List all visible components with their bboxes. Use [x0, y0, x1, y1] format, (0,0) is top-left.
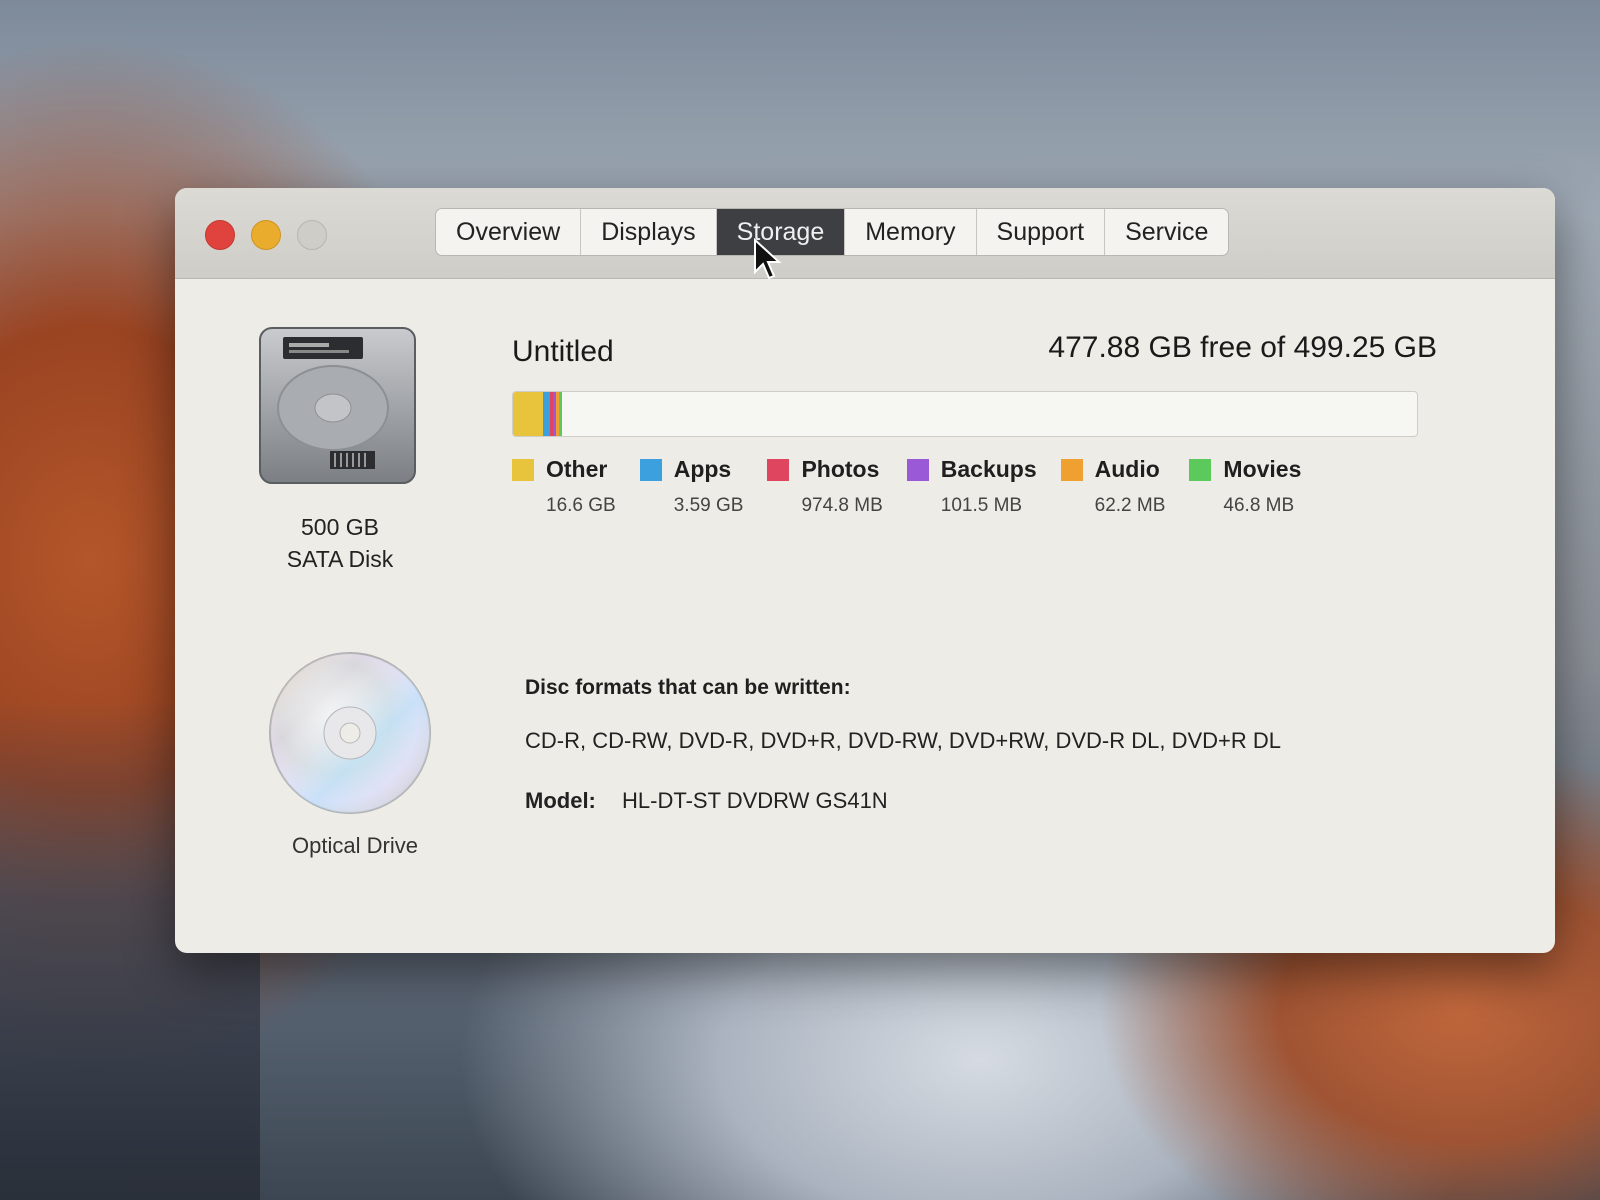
legend-item-photos: Photos 974.8 MB — [767, 456, 883, 517]
optical-disc-icon — [269, 652, 431, 814]
legend-item-apps: Apps 3.59 GB — [639, 456, 744, 517]
minimize-button-icon[interactable] — [251, 220, 281, 250]
tab-displays[interactable]: Displays — [581, 209, 717, 255]
mouse-pointer-icon — [754, 238, 782, 280]
model-row: Model: HL-DT-ST DVDRW GS41N — [525, 788, 888, 814]
tab-support[interactable]: Support — [977, 209, 1106, 255]
legend-item-audio: Audio 62.2 MB — [1060, 456, 1166, 517]
legend-label: Apps — [673, 456, 732, 482]
disk-caption: 500 GB SATA Disk — [235, 511, 445, 575]
legend-swatch — [767, 458, 790, 481]
close-button-icon[interactable] — [205, 220, 235, 250]
legend-label: Audio — [1094, 456, 1160, 482]
volume-name: Untitled — [512, 335, 614, 368]
disc-formats-list: CD-R, CD-RW, DVD-R, DVD+R, DVD-RW, DVD+R… — [525, 728, 1282, 753]
model-label: Model: — [525, 788, 596, 813]
hard-disk-icon — [259, 327, 416, 484]
disk-capacity: 500 GB — [301, 514, 379, 540]
legend-size: 974.8 MB — [801, 495, 883, 516]
title-bar: Overview Displays Storage Memory Support… — [175, 188, 1555, 280]
legend-label: Photos — [801, 456, 880, 482]
tab-bar: Overview Displays Storage Memory Support… — [435, 208, 1230, 256]
about-this-mac-window: Overview Displays Storage Memory Support… — [175, 188, 1555, 953]
legend-swatch — [1060, 458, 1083, 481]
legend-label: Movies — [1223, 456, 1302, 482]
storage-legend: Other 16.6 GB Apps 3.59 GB Photos 974.8 … — [512, 456, 1325, 517]
usage-segment-other — [513, 392, 544, 436]
legend-size: 3.59 GB — [673, 495, 744, 516]
legend-swatch — [906, 458, 929, 481]
legend-size: 46.8 MB — [1223, 495, 1295, 516]
legend-size: 101.5 MB — [940, 495, 1023, 516]
model-value: HL-DT-ST DVDRW GS41N — [622, 788, 888, 813]
optical-drive-caption: Optical Drive — [292, 833, 418, 858]
disc-formats-heading: Disc formats that can be written: — [525, 676, 851, 699]
legend-swatch — [1189, 458, 1212, 481]
disk-type: SATA Disk — [286, 546, 394, 572]
tab-service[interactable]: Service — [1105, 209, 1228, 255]
legend-size: 62.2 MB — [1094, 495, 1166, 516]
legend-label: Backups — [940, 456, 1037, 482]
volume-free-space: 477.88 GB free of 499.25 GB — [1048, 331, 1437, 364]
legend-label: Other — [546, 456, 608, 482]
legend-swatch — [512, 458, 534, 481]
storage-usage-bar — [512, 391, 1418, 437]
zoom-button-icon[interactable] — [297, 220, 327, 250]
legend-size: 16.6 GB — [546, 495, 616, 516]
legend-item-movies: Movies 46.8 MB — [1189, 456, 1301, 517]
tab-overview[interactable]: Overview — [436, 209, 582, 255]
legend-swatch — [639, 458, 662, 481]
legend-item-backups: Backups 101.5 MB — [906, 456, 1037, 517]
legend-item-other: Other 16.6 GB — [512, 456, 616, 517]
usage-segment-movies — [559, 392, 563, 436]
tab-memory[interactable]: Memory — [845, 209, 977, 255]
